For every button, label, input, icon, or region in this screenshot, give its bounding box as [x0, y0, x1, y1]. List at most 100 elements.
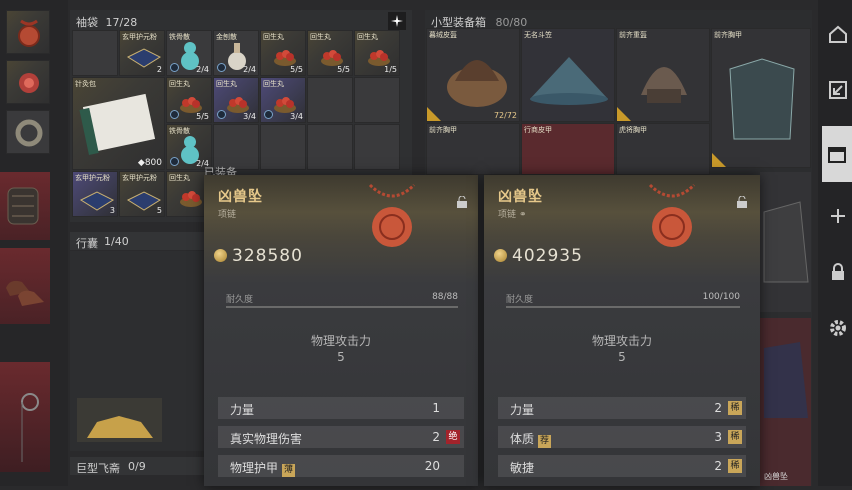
lock-icon[interactable]	[736, 193, 748, 208]
bag-slot-acupuncture-kit[interactable]: 针灸包 ◆800	[72, 77, 165, 170]
bag-slot-pill-6[interactable]: 回生丸 3/4	[260, 77, 306, 123]
bag-slot-ironbone[interactable]: 铁骨散 2/4	[166, 30, 212, 76]
equip-slot-ring1[interactable]	[6, 60, 50, 104]
equip-slot-ring2[interactable]	[6, 110, 50, 154]
bag-slot-empty[interactable]	[307, 77, 353, 123]
bag-slot-empty[interactable]	[72, 30, 118, 76]
sparkle-icon	[391, 15, 403, 27]
unique-tag: 绝	[446, 430, 460, 444]
main-stat-value: 5	[337, 350, 345, 364]
bag-slot-empty[interactable]	[354, 77, 400, 123]
bag-slot-powder[interactable]: 玄甲护元粉 2	[119, 30, 165, 76]
pill-bowl-icon	[180, 97, 202, 113]
sleeve-bag-header: 袖袋 17/28	[76, 14, 137, 30]
storage-button[interactable]	[822, 126, 852, 182]
main-stat-name: 物理攻击力	[591, 334, 652, 348]
box-slot-bamboo-hat[interactable]: 无名斗笠	[521, 28, 615, 122]
rarity-mark	[427, 107, 441, 121]
pill-bowl-icon	[321, 50, 343, 66]
item-price: 402935	[512, 246, 583, 266]
durability-bar	[226, 306, 458, 308]
pendant-icon	[648, 183, 696, 247]
ring-icon	[19, 73, 39, 93]
crown-icon	[87, 416, 153, 438]
storage-box-icon	[828, 147, 846, 163]
travel-bag-count: 1/40	[104, 235, 129, 248]
box-slot-leather-armor[interactable]: 行商皮甲	[521, 123, 615, 175]
pill-bowl-icon	[274, 50, 296, 66]
attribute-row: 体质荐 3 稀	[498, 426, 746, 448]
sleeve-bag-title: 袖袋	[76, 16, 98, 29]
home-button[interactable]	[824, 14, 852, 54]
recommend-badge: 薄	[282, 464, 296, 477]
scroll-icon	[79, 93, 156, 155]
bag-slot-powder-2[interactable]: 玄甲护元粉 3	[72, 171, 118, 217]
bag-slot-pill-4[interactable]: 回生丸 5/5	[166, 77, 212, 123]
box-slot-chest-armor-2[interactable]: 前齐胸甲	[426, 123, 520, 175]
attribute-row: 真实物理伤害 2 绝	[218, 426, 464, 448]
pendant-icon	[368, 183, 416, 247]
ring-icon	[15, 119, 43, 147]
rare-tag: 稀	[728, 459, 742, 473]
bag-slot-pill-1[interactable]: 回生丸 5/5	[260, 30, 306, 76]
bottom-right-label: 凶兽坠	[764, 472, 788, 481]
durability-label: 耐久度	[506, 295, 534, 305]
bag-slot-empty[interactable]	[260, 124, 306, 170]
sort-button[interactable]	[388, 12, 406, 30]
box-slot-robe-right[interactable]: 凶兽坠	[760, 318, 811, 486]
lock-icon[interactable]	[456, 193, 468, 208]
coin-icon	[494, 249, 507, 262]
sleeve-bag-count: 17/28	[105, 16, 138, 29]
bag-slot-pill-5[interactable]: 回生丸 3/4	[213, 77, 259, 123]
box-slot-armor-right[interactable]	[760, 172, 811, 312]
bracer-icon	[7, 187, 39, 225]
item-card-left: 凶兽坠 项链 328580 耐久度 88/88 物理攻击力 5 力量 1 真实物…	[204, 175, 478, 486]
tool-icon	[170, 63, 179, 72]
bag-slot-pill-2[interactable]: 回生丸 5/5	[307, 30, 353, 76]
box-slot-chest-armor[interactable]: 前齐胸甲	[711, 28, 811, 168]
tool-icon	[217, 63, 226, 72]
home-icon	[829, 25, 847, 43]
travel-bag-item-crown[interactable]	[77, 398, 162, 442]
collapse-button[interactable]	[824, 70, 852, 110]
attribute-row: 力量 1	[218, 397, 464, 419]
box-slot-fur-helm[interactable]: 暮绒皮盔 72/72	[426, 28, 520, 122]
settings-button[interactable]	[824, 308, 852, 348]
equipment-column	[0, 0, 68, 486]
rare-tag: 稀	[728, 401, 742, 415]
travel-bag-title: 行囊	[76, 237, 98, 250]
armor-icon	[763, 201, 809, 283]
tool-icon	[264, 110, 273, 119]
main-stat-value: 5	[618, 350, 626, 364]
item-type: 项链 ⚭	[498, 210, 527, 220]
box-slot-heavy-helm[interactable]: 前齐重盔	[616, 28, 710, 122]
bag-slot-empty[interactable]	[354, 124, 400, 170]
amulet-icon	[18, 19, 40, 47]
equip-slot-bracer[interactable]	[0, 172, 50, 240]
item-name: 凶兽坠	[218, 189, 263, 205]
equip-slot-boots[interactable]	[0, 248, 50, 324]
item-name: 凶兽坠	[498, 189, 543, 205]
add-button[interactable]	[824, 196, 852, 236]
robe-icon	[764, 342, 808, 418]
bag-slot-golden[interactable]: 金刨散 2/4	[213, 30, 259, 76]
giant-pouch-title: 巨型飞斋	[76, 462, 120, 475]
durability-value: 88/88	[432, 292, 458, 302]
bag-slot-powder-3[interactable]: 玄甲护元粉 5	[119, 171, 165, 217]
lock-icon	[832, 263, 844, 280]
pill-bowl-icon	[274, 97, 296, 113]
equip-slot-lower[interactable]	[0, 362, 50, 472]
bag-slot-empty[interactable]	[307, 124, 353, 170]
bag-slot-pill-3[interactable]: 回生丸 1/5	[354, 30, 400, 76]
item-price: 328580	[232, 246, 303, 266]
attribute-row: 力量 2 稀	[498, 397, 746, 419]
equip-slot-amulet[interactable]	[6, 10, 50, 54]
gear-icon	[830, 320, 846, 336]
pill-bowl-icon	[180, 191, 202, 207]
rarity-mark	[712, 153, 726, 167]
chain-icon	[21, 393, 39, 462]
lock-button[interactable]	[824, 252, 852, 292]
box-slot-tiger-armor[interactable]: 虎将胸甲	[616, 123, 710, 175]
durability-bar	[506, 306, 740, 308]
link-icon: ⚭	[519, 210, 527, 220]
